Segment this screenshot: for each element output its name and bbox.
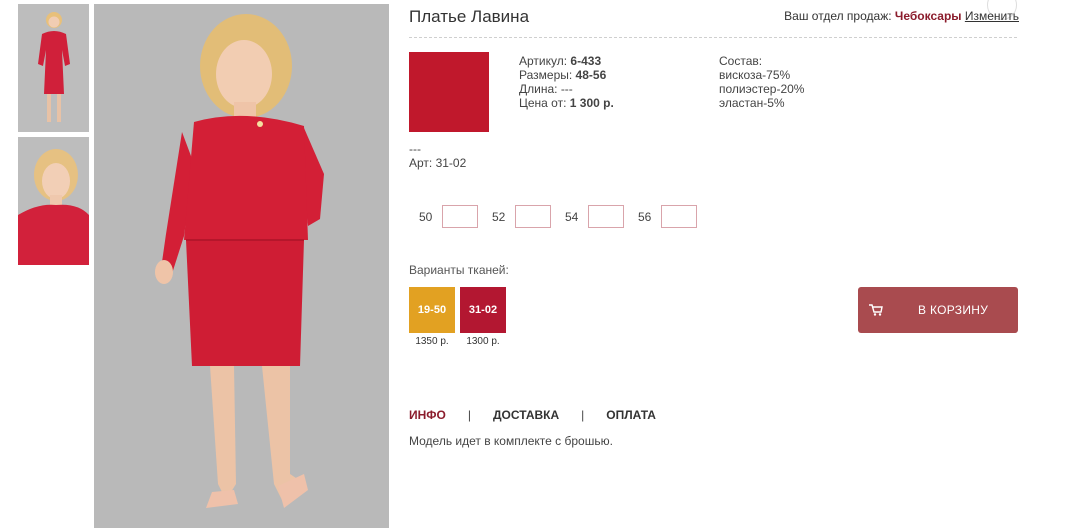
region-city: Чебоксары <box>894 9 962 23</box>
length-row: Длина: --- <box>519 82 614 96</box>
add-to-cart-label: В КОРЗИНУ <box>918 303 989 317</box>
product-title: Платье Лавина <box>409 7 530 26</box>
length-label: Длина: <box>519 82 558 96</box>
tab-payment[interactable]: ОПЛАТА <box>606 408 656 422</box>
thumbnail-close-up[interactable] <box>18 137 89 265</box>
size-label: 54 <box>565 209 579 224</box>
size-item-56: 56 <box>638 205 697 228</box>
composition-item: полиэстер-20% <box>719 82 805 96</box>
size-quantity-input[interactable] <box>515 205 551 228</box>
length-value: --- <box>560 82 573 96</box>
tab-delivery[interactable]: ДОСТАВКА <box>493 408 559 422</box>
fabric-chip: 31-02 <box>460 287 506 333</box>
product-specs: Артикул: 6-433 Размеры: 48-56 Длина: ---… <box>519 54 614 110</box>
size-item-54: 54 <box>565 205 624 228</box>
size-quantity-input[interactable] <box>661 205 697 228</box>
size-item-52: 52 <box>492 205 551 228</box>
thumbnail-list <box>18 4 89 270</box>
tab-separator: | <box>581 408 585 422</box>
fabric-variants-label: Варианты тканей: <box>409 263 509 277</box>
composition: Состав: вискоза-75% полиэстер-20% эласта… <box>719 54 804 110</box>
product-description: Модель идет в комплекте с брошью. <box>409 434 613 448</box>
info-tabs: ИНФО | ДОСТАВКА | ОПЛАТА <box>409 408 656 422</box>
sizes-row: Размеры: 48-56 <box>519 68 614 82</box>
product-main-photo[interactable] <box>94 4 389 528</box>
size-quantity-input[interactable] <box>588 205 624 228</box>
tab-info[interactable]: ИНФО <box>409 408 446 422</box>
sales-region: Ваш отдел продаж: Чебоксары Изменить <box>784 9 1019 23</box>
article-label: Артикул: <box>519 54 568 68</box>
change-region-link[interactable]: Изменить <box>965 9 1019 23</box>
price-label: Цена от: <box>519 96 567 110</box>
art-code: Арт: 31-02 <box>409 156 467 170</box>
fabric-variants: 19-50 1350 р. 31-02 1300 р. <box>409 287 511 347</box>
size-quantity-list: 50 52 54 56 <box>419 205 711 228</box>
divider <box>409 37 1017 38</box>
add-to-cart-button[interactable]: В КОРЗИНУ <box>858 287 1018 333</box>
fabric-variant-31-02[interactable]: 31-02 1300 р. <box>460 287 506 347</box>
fabric-variant-19-50[interactable]: 19-50 1350 р. <box>409 287 455 347</box>
region-prefix: Ваш отдел продаж: <box>784 9 892 23</box>
fabric-price: 1350 р. <box>415 336 449 347</box>
fabric-chip: 19-50 <box>409 287 455 333</box>
composition-label: Состав: <box>719 54 763 68</box>
color-swatch-main <box>409 52 489 132</box>
size-label: 50 <box>419 209 433 224</box>
tab-separator: | <box>467 408 471 422</box>
composition-item: эластан-5% <box>719 96 785 110</box>
sizes-value: 48-56 <box>575 68 607 82</box>
article-value: 6-433 <box>570 54 602 68</box>
article-row: Артикул: 6-433 <box>519 54 614 68</box>
size-item-50: 50 <box>419 205 478 228</box>
size-quantity-input[interactable] <box>442 205 478 228</box>
composition-item: вискоза-75% <box>719 68 791 82</box>
price-value: 1 300 р. <box>569 96 614 110</box>
size-label: 56 <box>638 209 652 224</box>
price-row: Цена от: 1 300 р. <box>519 96 614 110</box>
thumbnail-full-view[interactable] <box>18 4 89 132</box>
sizes-label: Размеры: <box>519 68 573 82</box>
art-dash: --- <box>409 142 421 156</box>
fabric-price: 1300 р. <box>466 336 500 347</box>
cart-icon <box>858 304 894 316</box>
size-label: 52 <box>492 209 506 224</box>
